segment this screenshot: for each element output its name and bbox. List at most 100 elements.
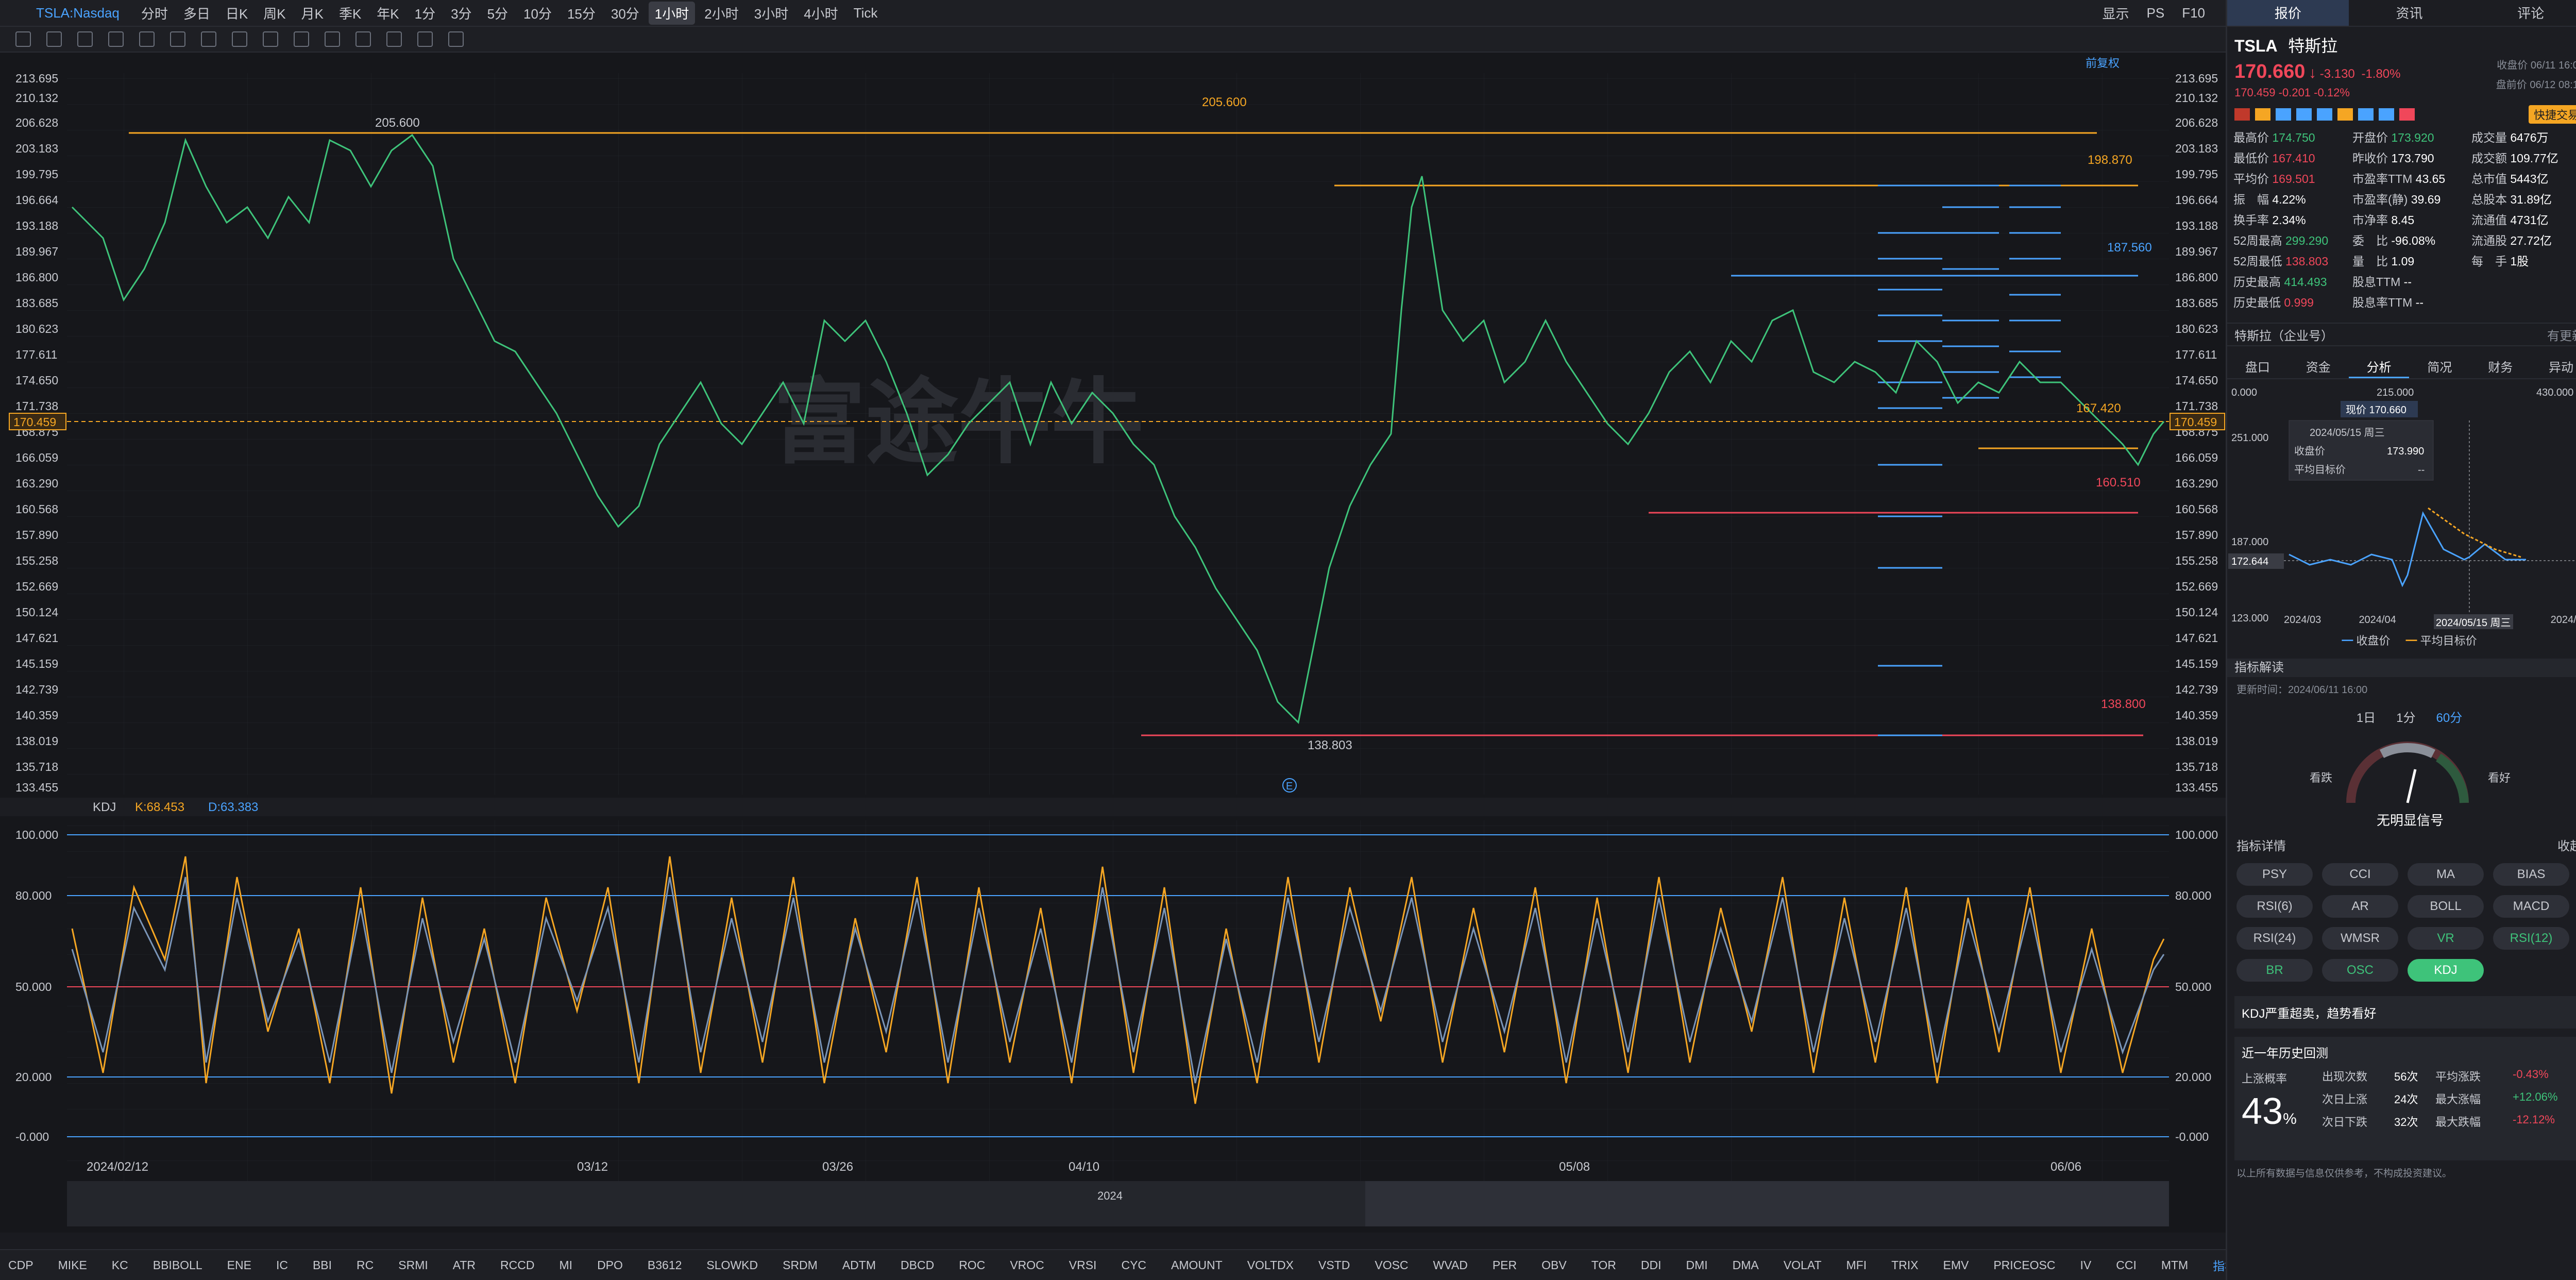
ind-btn-cci[interactable]: CCI	[2322, 863, 2398, 886]
ind-obv[interactable]: OBV	[1541, 1258, 1567, 1272]
period-15m[interactable]: 15分	[561, 2, 602, 25]
period-day[interactable]: 日K	[219, 2, 254, 25]
signal-period-1m[interactable]: 1分	[2396, 708, 2415, 726]
period-3m[interactable]: 3分	[445, 2, 478, 25]
channel-icon[interactable]	[108, 31, 124, 47]
ind-tor[interactable]: TOR	[1591, 1258, 1616, 1272]
ind-trix[interactable]: TRIX	[1891, 1258, 1918, 1272]
ind-btn-ar[interactable]: AR	[2322, 895, 2398, 918]
period-year[interactable]: 年K	[370, 2, 405, 25]
ind-atr[interactable]: ATR	[453, 1258, 476, 1272]
ray-icon[interactable]	[77, 31, 93, 47]
ind-btn-ma[interactable]: MA	[2408, 863, 2484, 886]
ind-kc[interactable]: KC	[112, 1258, 128, 1272]
ind-cci[interactable]: CCI	[2116, 1258, 2137, 1272]
heart-icon[interactable]	[2399, 108, 2415, 121]
kdj-label[interactable]: KDJ	[93, 800, 116, 814]
ind-emv[interactable]: EMV	[1943, 1258, 1969, 1272]
ind-ene[interactable]: ENE	[227, 1258, 251, 1272]
subtab-orderbook[interactable]: 盘口	[2227, 357, 2288, 378]
timeline-window[interactable]	[1365, 1181, 2169, 1226]
arrow-icon[interactable]	[170, 31, 185, 47]
ind-srdm[interactable]: SRDM	[783, 1258, 818, 1272]
ind-rc[interactable]: RC	[357, 1258, 374, 1272]
period-1m[interactable]: 1分	[409, 2, 442, 25]
ind-ic[interactable]: IC	[276, 1258, 288, 1272]
tab-comments[interactable]: 评论	[2470, 0, 2576, 26]
ind-srmi[interactable]: SRMI	[398, 1258, 428, 1272]
display-menu[interactable]: 显示	[2102, 4, 2129, 23]
cursor-icon[interactable]	[15, 31, 31, 47]
signal-period-1d[interactable]: 1日	[2357, 708, 2376, 726]
period-quarter[interactable]: 季K	[333, 2, 367, 25]
ind-btn-rsi24[interactable]: RSI(24)	[2236, 927, 2313, 950]
ps-button[interactable]: PS	[2147, 5, 2165, 21]
magnet-icon[interactable]	[355, 31, 371, 47]
ind-btn-br[interactable]: BR	[2236, 959, 2313, 982]
ind-mike[interactable]: MIKE	[58, 1258, 87, 1272]
hide-icon[interactable]	[417, 31, 433, 47]
subtab-profile[interactable]: 简况	[2409, 357, 2470, 378]
company-link[interactable]: 特斯拉（企业号）	[2234, 326, 2333, 344]
subtab-financials[interactable]: 财务	[2470, 357, 2531, 378]
text-icon[interactable]	[201, 31, 216, 47]
ind-ddi[interactable]: DDI	[1641, 1258, 1662, 1272]
ind-bbi[interactable]: BBI	[313, 1258, 332, 1272]
period-10m[interactable]: 10分	[517, 2, 558, 25]
symbol-label[interactable]: TSLA:Nasdaq	[36, 5, 120, 21]
ind-wvad[interactable]: WVAD	[1433, 1258, 1468, 1272]
ind-btn-vr[interactable]: VR	[2408, 927, 2484, 950]
tab-quote[interactable]: 报价	[2227, 0, 2349, 26]
ind-btn-wmsr[interactable]: WMSR	[2322, 927, 2398, 950]
brush-icon[interactable]	[294, 31, 309, 47]
subtab-movement[interactable]: 异动	[2531, 357, 2576, 378]
ind-cyc[interactable]: CYC	[1121, 1258, 1146, 1272]
company-row[interactable]: 特斯拉（企业号） 有更新	[2227, 323, 2576, 346]
period-2h[interactable]: 2小时	[698, 2, 744, 25]
ind-roc[interactable]: ROC	[959, 1258, 985, 1272]
quick-trade-button[interactable]: 快捷交易	[2528, 105, 2576, 124]
ind-btn-macd[interactable]: MACD	[2493, 895, 2569, 918]
f10-button[interactable]: F10	[2182, 5, 2205, 21]
ind-vstd[interactable]: VSTD	[1318, 1258, 1350, 1272]
subtab-capital[interactable]: 资金	[2288, 357, 2349, 378]
trendline-icon[interactable]	[46, 31, 62, 47]
ind-adtm[interactable]: ADTM	[842, 1258, 876, 1272]
ind-btn-rsi6[interactable]: RSI(6)	[2236, 895, 2313, 918]
ind-btn-osc[interactable]: OSC	[2322, 959, 2398, 982]
subtab-analysis[interactable]: 分析	[2348, 357, 2410, 378]
period-fenshi[interactable]: 分时	[135, 2, 174, 25]
ind-btn-kdj[interactable]: KDJ	[2408, 959, 2484, 982]
lock-icon[interactable]	[448, 31, 464, 47]
signal-period-60m[interactable]: 60分	[2436, 708, 2463, 726]
ind-slowkd[interactable]: SLOWKD	[706, 1258, 758, 1272]
search-icon[interactable]	[232, 31, 247, 47]
ind-mfi[interactable]: MFI	[1846, 1258, 1867, 1272]
period-4h[interactable]: 4小时	[798, 2, 844, 25]
ind-mtm[interactable]: MTM	[2161, 1258, 2188, 1272]
ind-mi[interactable]: MI	[560, 1258, 573, 1272]
tab-news[interactable]: 资讯	[2349, 0, 2470, 26]
ind-dpo[interactable]: DPO	[597, 1258, 623, 1272]
period-30m[interactable]: 30分	[605, 2, 646, 25]
chart-area[interactable]: 富途牛牛 205.600 205.600 198.870 187.560 167…	[0, 53, 2226, 1233]
ind-voltdx[interactable]: VOLTDX	[1247, 1258, 1294, 1272]
ind-cdp[interactable]: CDP	[8, 1258, 33, 1272]
trash-icon[interactable]	[386, 31, 402, 47]
ind-iv[interactable]: IV	[2080, 1258, 2091, 1272]
ind-b3612[interactable]: B3612	[648, 1258, 682, 1272]
indicator-manage-button[interactable]: 指标管理	[2213, 1256, 2226, 1274]
ind-dma[interactable]: DMA	[1733, 1258, 1759, 1272]
ind-rccd[interactable]: RCCD	[500, 1258, 534, 1272]
ind-btn-psy[interactable]: PSY	[2236, 863, 2313, 886]
period-multiday[interactable]: 多日	[177, 2, 216, 25]
ind-per[interactable]: PER	[1493, 1258, 1517, 1272]
ind-dmi[interactable]: DMI	[1686, 1258, 1707, 1272]
ind-priceosc[interactable]: PRICEOSC	[1993, 1258, 2055, 1272]
period-tick[interactable]: Tick	[848, 3, 884, 23]
ind-vrsi[interactable]: VRSI	[1069, 1258, 1097, 1272]
ind-volat[interactable]: VOLAT	[1784, 1258, 1822, 1272]
eye-icon[interactable]	[325, 31, 340, 47]
fibonacci-icon[interactable]	[139, 31, 155, 47]
company-update[interactable]: 有更新	[2547, 326, 2576, 344]
